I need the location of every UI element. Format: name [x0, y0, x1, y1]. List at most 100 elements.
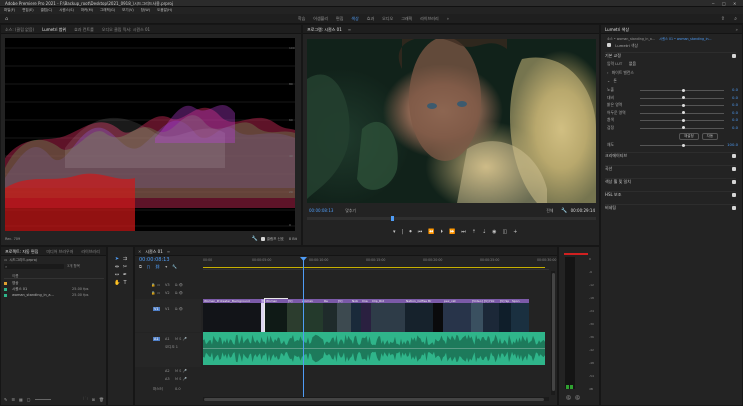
solo-right-button[interactable]: S	[575, 395, 580, 400]
clamp-checkbox[interactable]	[260, 237, 265, 241]
project-list-item[interactable]: woman_standing_in_a... 25.00 fps	[4, 292, 104, 298]
workspace-editing[interactable]: 편집	[336, 16, 343, 22]
track-label[interactable]: V1	[165, 307, 170, 311]
section-curves[interactable]: 곡선	[605, 165, 736, 172]
track-label[interactable]: V3	[165, 283, 170, 287]
tone-slider-value[interactable]: 0.0	[732, 117, 738, 122]
clip-indicator[interactable]	[564, 253, 588, 255]
section-basic[interactable]: 기본 교정	[605, 52, 736, 59]
program-playhead[interactable]	[391, 216, 394, 221]
video-clip[interactable]: [V]	[287, 299, 301, 332]
tone-row[interactable]: ⌄ 톤	[607, 78, 738, 84]
ripple-edit-tool-icon[interactable]: ⇹	[114, 264, 120, 270]
clip-source[interactable]: 소스 • woman_standing_in_a...	[607, 37, 655, 41]
label-color-swatch[interactable]	[4, 293, 7, 297]
video-clip[interactable]: Nation_Coffee Br	[405, 299, 433, 332]
wrench-icon[interactable]: 🔧	[561, 208, 567, 214]
vscroll-thumb[interactable]	[551, 273, 555, 391]
tone-slider-knob[interactable]	[682, 96, 685, 99]
tab-lumetri-color[interactable]: Lumetri 색상	[601, 25, 633, 34]
video-clip[interactable]: Woman	[264, 298, 288, 333]
workspace-assembly[interactable]: 어셈블리	[313, 16, 328, 22]
video-clip[interactable]: Ima	[361, 299, 371, 332]
tone-slider-value[interactable]: 0.0	[732, 125, 738, 130]
input-lut-select[interactable]: 없음	[629, 61, 636, 67]
panel-menu-icon[interactable]: ≡	[348, 27, 351, 32]
tab-program[interactable]: 프로그램: 시퀀스 01	[303, 25, 346, 34]
timeline-timecode[interactable]: 00:00:08:13	[139, 257, 170, 263]
menu-file[interactable]: 파일(F)	[4, 8, 15, 13]
white-balance-row[interactable]: › 화이트 밸런스	[607, 70, 738, 76]
tone-slider[interactable]	[640, 88, 724, 92]
tab-source[interactable]: 소스: (클립 없음)	[1, 25, 38, 34]
tone-slider[interactable]	[640, 96, 724, 99]
mark-out-icon[interactable]: |	[402, 229, 404, 235]
trash-icon[interactable]: 🗑	[99, 397, 104, 402]
search-icon[interactable]: ⌕	[734, 16, 737, 22]
tone-slider[interactable]	[640, 111, 724, 114]
section-vignette[interactable]: 비네팅	[605, 204, 736, 211]
go-to-in-icon[interactable]: ⏮	[418, 229, 423, 235]
time-ruler[interactable]: 00:00 00:00:05:00 00:00:10:00 00:00:15:00 00…	[203, 257, 556, 270]
tab-lumetri-scopes[interactable]: Lumetri 범위	[38, 25, 70, 34]
export-frame-icon[interactable]: ◉	[492, 229, 496, 235]
tracks-area[interactable]: Women_Protester_Background[V]Woman[V]wom…	[203, 257, 549, 397]
menu-view[interactable]: 보기(V)	[122, 8, 134, 13]
section-wheels[interactable]: 색상 휠 및 일치	[605, 178, 736, 185]
type-tool-icon[interactable]: T	[122, 280, 128, 286]
linked-selection-icon[interactable]: ⛓	[155, 264, 160, 269]
preset-label[interactable]: Lumetri 색상	[615, 43, 638, 48]
pen-tool-icon[interactable]: ✒	[122, 272, 128, 278]
tone-slider-value[interactable]: 0.0	[732, 87, 738, 92]
zoom-slider[interactable]	[34, 398, 51, 400]
workspace-color[interactable]: 색상	[351, 16, 358, 22]
video-clip[interactable]: [V]	[337, 299, 351, 332]
source-patch-v1[interactable]: V1	[153, 307, 160, 311]
reset-button[interactable]: 재설정	[679, 133, 699, 140]
minimize-button[interactable]: ─	[712, 1, 714, 6]
video-clip[interactable]: [V]	[261, 299, 265, 332]
home-icon[interactable]: ⌂	[5, 16, 8, 22]
tone-slider[interactable]	[640, 126, 724, 129]
enable-checkbox[interactable]	[732, 54, 736, 58]
solo-left-button[interactable]: S	[566, 395, 571, 400]
scrollbar-thumb[interactable]	[204, 397, 544, 401]
tab-audio-clip-mixer[interactable]: 오디오 클립 믹서: 시퀀스 01	[98, 25, 154, 34]
video-clip[interactable]: woman	[301, 299, 323, 332]
hand-tool-icon[interactable]: ✋	[114, 280, 120, 286]
source-patch-a1[interactable]: A1	[153, 337, 160, 341]
list-view-icon[interactable]: ☰	[11, 397, 15, 402]
panel-menu-icon[interactable]: ≡	[167, 249, 170, 254]
pencil-icon[interactable]: ✎	[4, 397, 7, 402]
track-label[interactable]: V2	[165, 291, 170, 295]
menu-graphics[interactable]: 그래픽(G)	[100, 8, 115, 13]
menu-help[interactable]: 도움말(H)	[157, 8, 172, 13]
workspace-effects[interactable]: 효과	[367, 16, 374, 22]
step-back-icon[interactable]: ⏪	[428, 229, 434, 235]
timeline-scrollbar[interactable]	[203, 397, 549, 401]
snap-icon[interactable]: ⋂	[147, 264, 150, 269]
saturation-value[interactable]: 100.0	[727, 142, 738, 147]
timeline-settings-icon[interactable]: 🔧	[172, 264, 177, 269]
lift-icon[interactable]: ⇡	[472, 229, 476, 235]
tone-slider-knob[interactable]	[682, 126, 685, 129]
nest-icon[interactable]: ⧉	[139, 264, 142, 269]
tone-slider-knob[interactable]	[682, 88, 685, 92]
bit-depth-select[interactable]: 8 Bit	[289, 237, 297, 241]
tone-slider[interactable]	[640, 103, 724, 107]
track-select-tool-icon[interactable]: ⇉	[122, 256, 128, 262]
comparison-view-icon[interactable]: ◫	[503, 229, 508, 235]
timeline-vscroll[interactable]	[551, 271, 555, 395]
video-clip[interactable]: Women_Protester_Background	[203, 299, 261, 332]
share-icon[interactable]: ⇪	[721, 16, 725, 22]
timeline-playhead[interactable]	[303, 257, 304, 397]
panel-menu-icon[interactable]: »	[736, 27, 738, 32]
track-label[interactable]: A2	[165, 369, 170, 373]
program-video-frame[interactable]	[307, 39, 596, 203]
add-marker-icon[interactable]: ▾	[165, 264, 167, 269]
close-button[interactable]: ✕	[733, 1, 736, 6]
menu-marker[interactable]: 마커(M)	[81, 8, 93, 13]
track-label[interactable]: A3	[165, 377, 170, 381]
icon-view-icon[interactable]: ▦	[19, 397, 23, 402]
slip-tool-icon[interactable]: ↔	[114, 272, 120, 278]
